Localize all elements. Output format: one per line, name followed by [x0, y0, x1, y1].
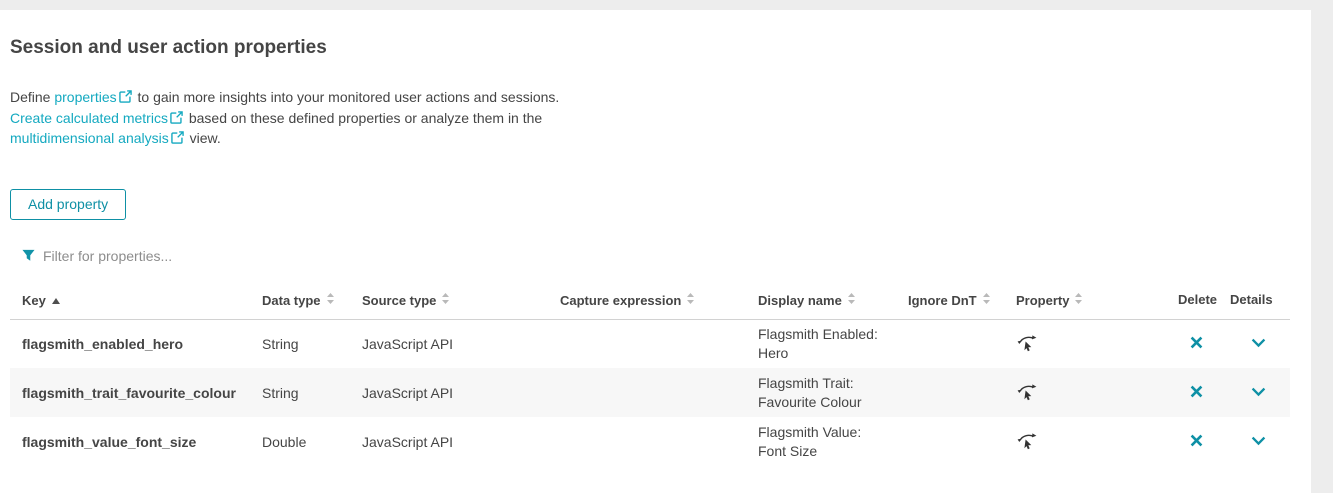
add-property-button[interactable]: Add property: [10, 189, 126, 220]
delete-button[interactable]: [1186, 383, 1207, 403]
intro-text-segment: to gain more insights into your monitore…: [134, 89, 560, 105]
intro-text-segment: Define: [10, 89, 54, 105]
user-action-icon: [1016, 430, 1038, 450]
column-header-delete: Delete: [1166, 282, 1218, 320]
intro-text-segment: view.: [186, 130, 221, 146]
property-details: [1218, 417, 1290, 466]
property-capture-expression: [548, 319, 746, 368]
sort-icon: [1075, 292, 1082, 307]
property-capture-expression: [548, 368, 746, 417]
intro-text: Define properties to gain more insights …: [10, 88, 1311, 150]
page-title: Session and user action properties: [10, 37, 1311, 59]
details-expand-button[interactable]: [1247, 432, 1270, 451]
content-panel: Session and user action properties Defin…: [0, 10, 1311, 493]
table-row: flagsmith_value_font_size Double JavaScr…: [10, 417, 1290, 466]
sort-icon: [442, 292, 449, 307]
property-source-type: JavaScript API: [350, 417, 548, 466]
table-row: flagsmith_enabled_hero String JavaScript…: [10, 319, 1290, 368]
property-details: [1218, 319, 1290, 368]
chevron-down-icon: [1251, 336, 1266, 351]
x-icon: [1190, 434, 1203, 450]
sort-icon: [848, 292, 855, 307]
column-header-key[interactable]: Key: [10, 282, 250, 320]
property-capture-expression: [548, 417, 746, 466]
chevron-down-icon: [1251, 385, 1266, 400]
property-display-name: Flagsmith Trait: Favourite Colour: [746, 368, 896, 417]
sort-icon: [327, 292, 334, 307]
property-scope: [1004, 417, 1166, 466]
create-calculated-metrics-link[interactable]: Create calculated metrics: [10, 110, 168, 126]
details-expand-button[interactable]: [1247, 334, 1270, 353]
property-scope: [1004, 319, 1166, 368]
property-ignore-dnt: [896, 368, 1004, 417]
property-data-type: Double: [250, 417, 350, 466]
user-action-icon: [1016, 381, 1038, 401]
external-link-icon: [119, 89, 132, 109]
external-link-icon: [171, 130, 184, 150]
sort-icon: [687, 292, 694, 307]
external-link-icon: [170, 110, 183, 130]
property-display-name: Flagsmith Value: Font Size: [746, 417, 896, 466]
x-icon: [1190, 385, 1203, 401]
column-header-data-type[interactable]: Data type: [250, 282, 350, 320]
delete-button[interactable]: [1186, 334, 1207, 354]
chevron-down-icon: [1251, 434, 1266, 449]
property-scope: [1004, 368, 1166, 417]
property-key: flagsmith_value_font_size: [10, 417, 250, 466]
property-data-type: String: [250, 319, 350, 368]
property-key: flagsmith_enabled_hero: [10, 319, 250, 368]
column-header-details: Details: [1218, 282, 1290, 320]
sort-asc-icon: [52, 292, 60, 307]
x-icon: [1190, 336, 1203, 352]
column-header-property[interactable]: Property: [1004, 282, 1166, 320]
multidimensional-analysis-link[interactable]: multidimensional analysis: [10, 130, 169, 146]
intro-text-segment: based on these defined properties or ana…: [185, 110, 542, 126]
property-delete: [1166, 319, 1218, 368]
table-row: flagsmith_trait_favourite_colour String …: [10, 368, 1290, 417]
filter-funnel-icon: [22, 249, 35, 262]
column-header-display-name[interactable]: Display name: [746, 282, 896, 320]
details-expand-button[interactable]: [1247, 383, 1270, 402]
property-delete: [1166, 417, 1218, 466]
property-ignore-dnt: [896, 319, 1004, 368]
property-display-name: Flagsmith Enabled: Hero: [746, 319, 896, 368]
property-ignore-dnt: [896, 417, 1004, 466]
user-action-icon: [1016, 332, 1038, 352]
property-source-type: JavaScript API: [350, 368, 548, 417]
property-details: [1218, 368, 1290, 417]
properties-table: Key Data type Source type Capture expres…: [10, 282, 1290, 467]
column-header-capture-expression[interactable]: Capture expression: [548, 282, 746, 320]
property-delete: [1166, 368, 1218, 417]
column-header-ignore-dnt[interactable]: Ignore DnT: [896, 282, 1004, 320]
delete-button[interactable]: [1186, 432, 1207, 452]
table-header-row: Key Data type Source type Capture expres…: [10, 282, 1290, 320]
property-source-type: JavaScript API: [350, 319, 548, 368]
column-header-source-type[interactable]: Source type: [350, 282, 548, 320]
filter-properties-input[interactable]: [43, 248, 463, 264]
sort-icon: [983, 292, 990, 307]
properties-link[interactable]: properties: [54, 89, 116, 105]
filter-bar: [10, 248, 1311, 264]
property-key: flagsmith_trait_favourite_colour: [10, 368, 250, 417]
property-data-type: String: [250, 368, 350, 417]
